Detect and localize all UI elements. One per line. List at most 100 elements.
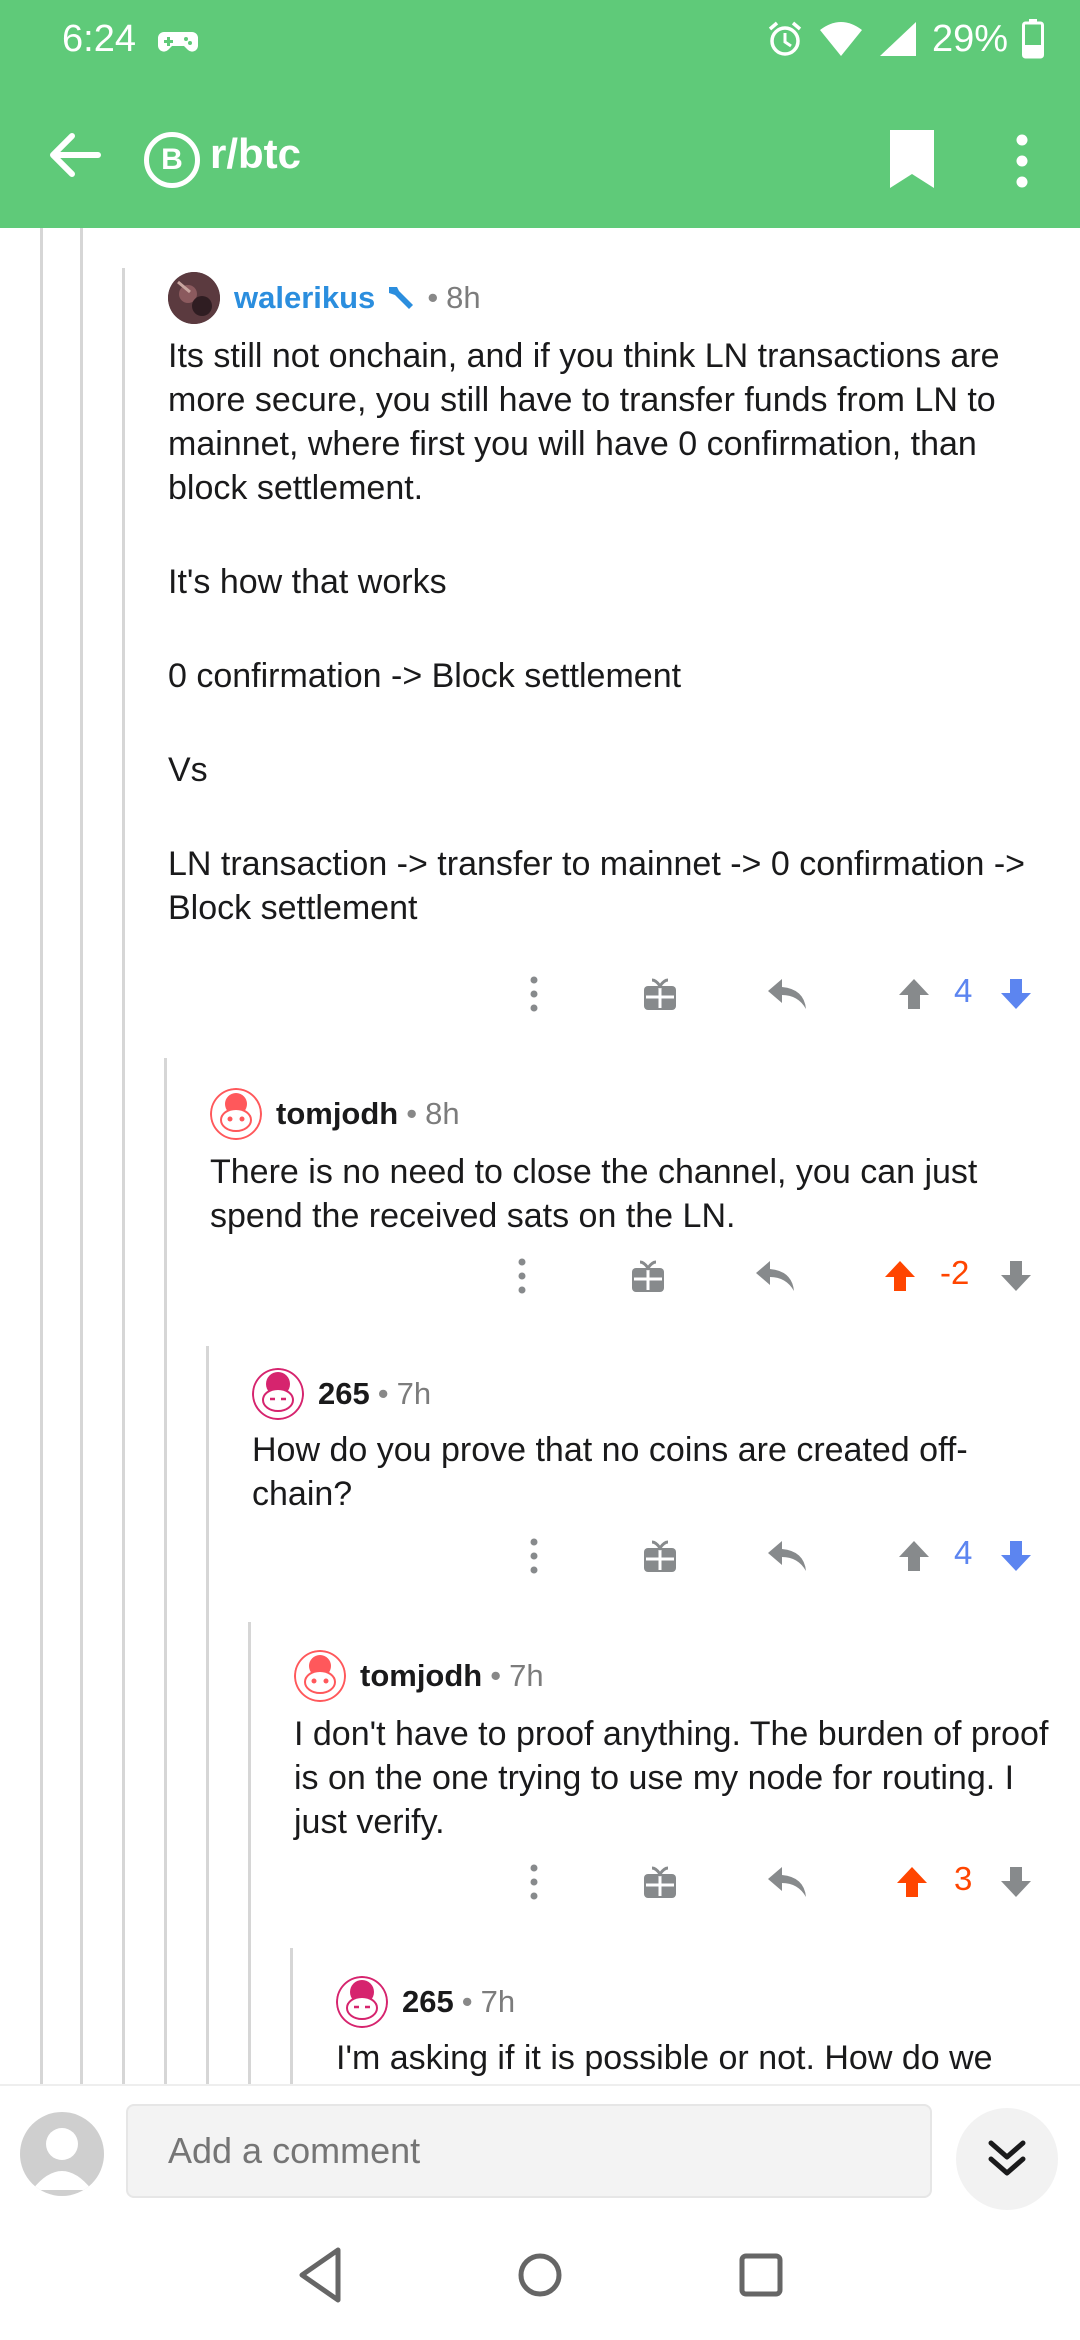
comment-thread[interactable]: walerikus • 8h Its still not onchain, an…: [0, 228, 1080, 2084]
award-button[interactable]: [636, 1852, 684, 1912]
comment-meta: 265 • 7h: [252, 1366, 431, 1422]
award-button[interactable]: [636, 964, 684, 1024]
alarm-icon: [768, 21, 802, 56]
comment-actions: -2: [0, 1246, 1080, 1306]
gift-icon: [644, 1540, 676, 1572]
comment-paragraph: LN transaction -> transfer to mainnet ->…: [168, 845, 1026, 927]
bookmark-icon[interactable]: [882, 124, 942, 194]
vote-score: 4: [954, 1534, 973, 1571]
user-avatar[interactable]: [20, 2112, 104, 2196]
signal-icon: [879, 22, 916, 56]
more-vertical-icon: [518, 1258, 526, 1294]
avatar[interactable]: [336, 1976, 388, 2028]
reply-icon: [768, 1867, 806, 1897]
meta-separator: •: [490, 1658, 502, 1693]
double-chevron-down-icon: [988, 2140, 1026, 2176]
comment-age: 8h: [446, 280, 481, 315]
vote-score: 3: [954, 1860, 973, 1897]
add-comment-input[interactable]: [126, 2104, 932, 2198]
more-vertical-icon: [530, 1538, 538, 1574]
battery-percent: 29%: [931, 17, 1008, 60]
downvote-button[interactable]: [994, 1246, 1038, 1306]
thread-line: [40, 228, 43, 2084]
back-arrow-icon[interactable]: [40, 120, 110, 190]
avatar[interactable]: [252, 1368, 304, 1420]
comment-more-button[interactable]: [512, 1852, 556, 1912]
reply-button[interactable]: [762, 1526, 812, 1586]
upvote-button[interactable]: [892, 1526, 936, 1586]
downvote-button[interactable]: [994, 964, 1038, 1024]
vote-score: 4: [954, 972, 973, 1009]
status-right: 29%: [766, 14, 1044, 64]
comment-author[interactable]: tomjodh: [360, 1658, 482, 1694]
upvote-arrow-icon: [885, 1261, 915, 1291]
comment-author[interactable]: walerikus: [234, 280, 375, 316]
reply-button[interactable]: [762, 964, 812, 1024]
expand-button[interactable]: [956, 2108, 1058, 2210]
comment-meta: tomjodh • 7h: [294, 1648, 544, 1704]
subreddit-icon[interactable]: B: [144, 132, 200, 188]
status-time: 6:24: [62, 18, 136, 60]
upvote-button[interactable]: [892, 964, 936, 1024]
comment-paragraph: There is no need to close the channel, y…: [210, 1153, 978, 1235]
comment-author[interactable]: tomjodh: [276, 1096, 398, 1132]
comment-body: How do you prove that no coins are creat…: [252, 1428, 1064, 1516]
comment-more-button[interactable]: [512, 1526, 556, 1586]
avatar[interactable]: [210, 1088, 262, 1140]
award-button[interactable]: [636, 1526, 684, 1586]
gift-icon: [644, 1866, 676, 1898]
reply-button[interactable]: [762, 1852, 812, 1912]
vote-score: -2: [940, 1254, 970, 1291]
downvote-button[interactable]: [994, 1852, 1038, 1912]
moderator-wrench-icon: [389, 287, 414, 309]
nav-recents-icon[interactable]: [726, 2240, 796, 2310]
downvote-arrow-icon: [1001, 1867, 1031, 1897]
system-nav-bar: [0, 2214, 1080, 2340]
comment-paragraph: I don't have to proof anything. The burd…: [294, 1715, 1049, 1841]
more-vertical-icon: [530, 976, 538, 1012]
thread-line: [80, 228, 83, 2084]
comment-body: I don't have to proof anything. The burd…: [294, 1712, 1064, 1844]
thread-line: [122, 268, 125, 2084]
upvote-button[interactable]: [890, 1852, 934, 1912]
comment-body: There is no need to close the channel, y…: [210, 1150, 1064, 1238]
comment-more-button[interactable]: [512, 964, 556, 1024]
comment-paragraph: How do you prove that no coins are creat…: [252, 1431, 968, 1513]
downvote-button[interactable]: [994, 1526, 1038, 1586]
downvote-arrow-icon: [1001, 1541, 1031, 1571]
comment-meta: tomjodh • 8h: [210, 1086, 460, 1142]
reply-button[interactable]: [750, 1246, 800, 1306]
subreddit-name[interactable]: r/btc: [210, 130, 301, 178]
nav-back-icon[interactable]: [286, 2240, 356, 2310]
comment-paragraph: 0 confirmation -> Block settlement: [168, 657, 682, 695]
upvote-arrow-icon: [899, 1541, 929, 1571]
comment-age: 7h: [396, 1376, 432, 1411]
wifi-icon: [819, 22, 862, 56]
award-button[interactable]: [624, 1246, 672, 1306]
avatar[interactable]: [294, 1650, 346, 1702]
comment-actions: 4: [0, 1526, 1080, 1586]
meta-separator: •: [377, 1376, 389, 1411]
comment-actions: 4: [0, 964, 1080, 1024]
thread-line: [206, 1346, 209, 2084]
more-options-icon[interactable]: [1000, 126, 1044, 196]
upvote-arrow-icon: [897, 1867, 927, 1897]
status-bar: 6:24 29%: [0, 0, 1080, 80]
meta-separator: •: [427, 280, 439, 315]
meta-separator: •: [461, 1984, 473, 2019]
comment-more-button[interactable]: [500, 1246, 544, 1306]
comment-author[interactable]: 265: [318, 1376, 370, 1412]
comment-paragraph: I'm asking if it is possible or not. How…: [336, 2039, 994, 2084]
reply-icon: [768, 979, 806, 1009]
subreddit-icon-glyph: B: [161, 143, 183, 176]
thread-line: [290, 1948, 293, 2084]
comment-meta: 265 • 7h: [336, 1974, 515, 2030]
upvote-button[interactable]: [878, 1246, 922, 1306]
avatar[interactable]: [168, 272, 220, 324]
nav-home-icon[interactable]: [505, 2240, 575, 2310]
comment-body: I'm asking if it is possible or not. How…: [336, 2036, 1064, 2084]
comment-author[interactable]: 265: [402, 1984, 454, 2020]
battery-icon: [1022, 19, 1044, 59]
user-silhouette-icon: [32, 2128, 92, 2190]
downvote-arrow-icon: [1001, 979, 1031, 1009]
